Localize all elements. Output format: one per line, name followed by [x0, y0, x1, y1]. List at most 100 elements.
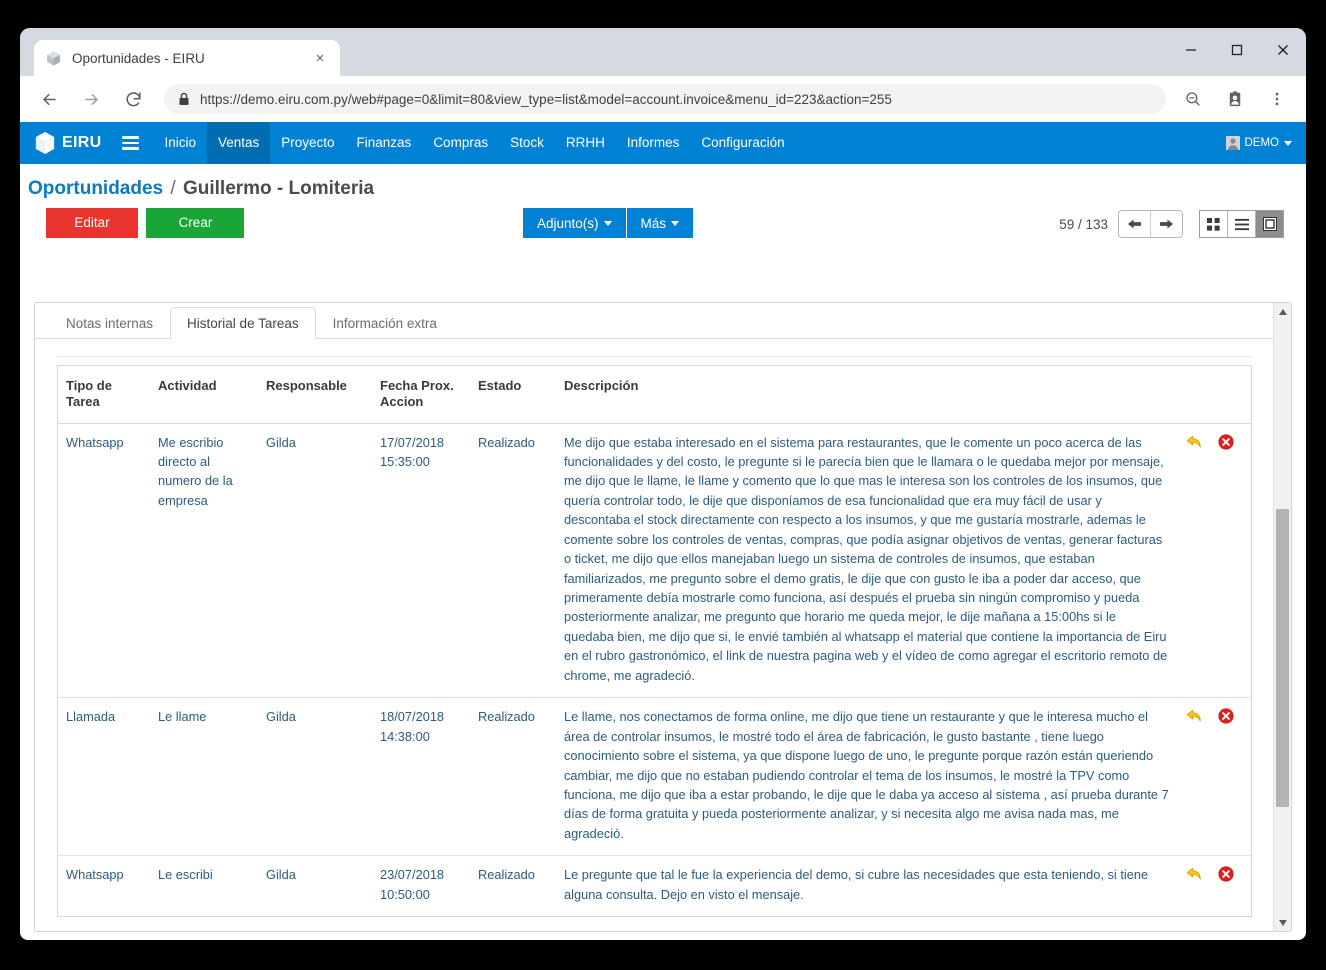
maximize-window-button[interactable] — [1214, 28, 1260, 72]
form-view-icon[interactable] — [1255, 211, 1283, 237]
hamburger-icon[interactable] — [115, 122, 145, 164]
task-history-table: Tipo de Tarea Actividad Responsable Fech… — [57, 365, 1252, 918]
cell-estado: Realizado — [470, 697, 556, 857]
close-window-button[interactable] — [1260, 28, 1306, 72]
tab-informacion-extra[interactable]: Información extra — [316, 307, 454, 339]
toolbar-right-actions — [1172, 82, 1298, 116]
close-tab-icon[interactable]: × — [310, 48, 330, 68]
nav-item-informes[interactable]: Informes — [616, 122, 691, 164]
cell-actions — [1175, 856, 1252, 917]
table-row[interactable]: Whatsapp Me escribio directo al numero d… — [57, 423, 1252, 699]
table-body: Whatsapp Me escribio directo al numero d… — [57, 423, 1252, 917]
nav-item-compras[interactable]: Compras — [422, 122, 499, 164]
attachments-dropdown-label: Adjunto(s) — [537, 215, 599, 231]
nav-item-ventas[interactable]: Ventas — [206, 122, 271, 164]
user-menu-label: DEMO — [1244, 137, 1280, 149]
kanban-view-icon[interactable] — [1200, 211, 1227, 237]
delete-circle-icon[interactable] — [1217, 707, 1235, 725]
more-dropdown-button[interactable]: Más — [625, 208, 694, 238]
avatar — [1225, 136, 1240, 150]
nav-item-inicio[interactable]: Inicio — [153, 122, 207, 164]
cell-actividad: Le escribi — [158, 867, 213, 883]
tab-historial-de-tareas[interactable]: Historial de Tareas — [170, 307, 316, 339]
browser-tab[interactable]: Oportunidades - EIRU × — [34, 40, 340, 76]
browser-window: Oportunidades - EIRU × https://demo.eiru… — [20, 28, 1306, 940]
cell-tipo: Llamada — [57, 697, 150, 857]
reply-arrow-icon[interactable] — [1185, 433, 1203, 451]
cell-descripcion: Me dijo que estaba interesado en el sist… — [556, 423, 1175, 699]
back-button[interactable] — [32, 82, 66, 116]
scrollbar-thumb[interactable] — [1276, 509, 1289, 807]
record-content-card: Notas internas Historial de Tareas Infor… — [34, 302, 1292, 932]
view-switcher — [1199, 210, 1284, 238]
lock-icon — [178, 92, 190, 106]
table-row[interactable]: Llamada Le llame Gilda 18/07/2018 14:38:… — [57, 697, 1252, 857]
page-viewport: EIRU Inicio Ventas Proyecto Finanzas Com… — [20, 122, 1306, 940]
column-header-actions — [1175, 365, 1252, 424]
cell-responsable: Gilda — [258, 423, 372, 699]
reply-arrow-icon[interactable] — [1185, 707, 1203, 725]
minimize-window-button[interactable] — [1168, 28, 1214, 72]
reload-button[interactable] — [116, 82, 150, 116]
column-header-fecha-prox-accion: Fecha Prox. Accion — [372, 365, 470, 424]
scrollable-content: Notas internas Historial de Tareas Infor… — [35, 303, 1274, 931]
brand-logo-link[interactable]: EIRU — [34, 131, 101, 155]
scroll-up-arrow-icon[interactable] — [1274, 303, 1291, 320]
breadcrumb-root-link[interactable]: Oportunidades — [28, 178, 163, 199]
attachments-dropdown-button[interactable]: Adjunto(s) — [523, 208, 626, 238]
three-dots-menu-icon[interactable] — [1260, 82, 1294, 116]
nav-item-configuracion[interactable]: Configuración — [690, 122, 795, 164]
scroll-down-arrow-icon[interactable] — [1274, 914, 1291, 931]
nav-item-finanzas[interactable]: Finanzas — [346, 122, 423, 164]
delete-circle-icon[interactable] — [1217, 865, 1235, 883]
vertical-scrollbar[interactable] — [1273, 303, 1291, 931]
cell-responsable: Gilda — [266, 867, 296, 883]
table-head: Tipo de Tarea Actividad Responsable Fech… — [57, 365, 1252, 424]
breadcrumb-separator: / — [170, 178, 176, 199]
zoom-out-icon[interactable] — [1176, 82, 1210, 116]
dropdown-button-group: Adjunto(s) Más — [523, 208, 694, 238]
address-bar[interactable]: https://demo.eiru.com.py/web#page=0&limi… — [164, 84, 1166, 114]
column-header-tipo-de-tarea: Tipo de Tarea — [57, 365, 150, 424]
brand-name: EIRU — [62, 134, 102, 151]
nav-item-proyecto[interactable]: Proyecto — [270, 122, 345, 164]
pager: 59 / 133 — [1059, 208, 1284, 240]
cell-actividad: Me escribio directo al numero de la empr… — [150, 423, 258, 699]
table-row[interactable]: Whatsapp Le escribi Gilda 23/07/2018 10:… — [58, 856, 1252, 917]
pager-next-button[interactable] — [1150, 211, 1182, 237]
browser-tabstrip: Oportunidades - EIRU × — [20, 28, 1306, 76]
column-header-actividad: Actividad — [150, 365, 258, 424]
user-menu[interactable]: DEMO — [1225, 122, 1292, 164]
edit-button[interactable]: Editar — [46, 208, 138, 238]
column-header-estado: Estado — [470, 365, 556, 424]
forward-button[interactable] — [74, 82, 108, 116]
table-header-row: Tipo de Tarea Actividad Responsable Fech… — [57, 365, 1252, 424]
reply-arrow-icon[interactable] — [1185, 865, 1203, 883]
create-button[interactable]: Crear — [146, 208, 245, 238]
column-header-responsable: Responsable — [258, 365, 372, 424]
list-view-icon[interactable] — [1227, 211, 1255, 237]
tab-panel: Tipo de Tarea Actividad Responsable Fech… — [35, 339, 1274, 918]
cell-estado: Realizado — [470, 423, 556, 699]
chevron-down-icon — [671, 220, 680, 226]
nav-item-rrhh[interactable]: RRHH — [555, 122, 616, 164]
cell-actions — [1175, 423, 1252, 699]
address-bar-url: https://demo.eiru.com.py/web#page=0&limi… — [200, 91, 892, 107]
cell-descripcion: Le pregunte que tal le fue la experienci… — [564, 867, 1149, 902]
cell-fecha: 17/07/2018 15:35:00 — [372, 423, 470, 699]
eiru-cube-logo-icon — [34, 131, 56, 155]
profile-badge-icon[interactable] — [1218, 82, 1252, 116]
more-dropdown-label: Más — [640, 215, 667, 231]
browser-toolbar: https://demo.eiru.com.py/web#page=0&limi… — [20, 76, 1306, 122]
window-controls — [1168, 28, 1306, 72]
pager-count: 59 / 133 — [1059, 216, 1108, 232]
pager-prev-button[interactable] — [1119, 211, 1150, 237]
cell-responsable: Gilda — [258, 697, 372, 857]
chevron-down-icon — [603, 220, 612, 226]
app-navbar: EIRU Inicio Ventas Proyecto Finanzas Com… — [20, 122, 1306, 164]
delete-circle-icon[interactable] — [1217, 433, 1235, 451]
nav-item-stock[interactable]: Stock — [499, 122, 555, 164]
tab-notas-internas[interactable]: Notas internas — [49, 307, 170, 339]
browser-tab-title: Oportunidades - EIRU — [72, 50, 205, 66]
cell-actions — [1175, 697, 1252, 857]
